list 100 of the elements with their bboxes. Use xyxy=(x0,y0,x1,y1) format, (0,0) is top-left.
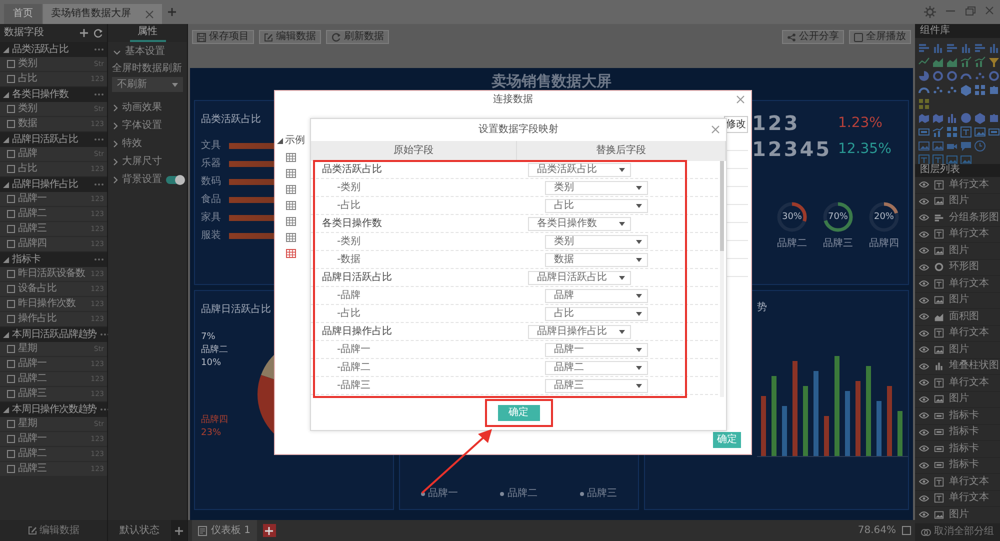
eye-icon[interactable] xyxy=(919,313,929,320)
image-icon[interactable] xyxy=(974,126,986,138)
dropdown[interactable]: 品牌 xyxy=(545,288,648,302)
more-icon[interactable] xyxy=(94,93,104,96)
layer-item[interactable]: 单行文本 xyxy=(949,229,989,240)
section-header[interactable]: 大屏尺寸 xyxy=(108,154,187,170)
more-icon[interactable] xyxy=(94,48,104,51)
restore-icon[interactable] xyxy=(965,6,976,16)
combo-chart-icon[interactable] xyxy=(974,56,986,68)
checkbox[interactable] xyxy=(7,315,15,323)
section-header[interactable]: 动画效果 xyxy=(108,100,187,116)
eye-icon[interactable] xyxy=(919,346,929,354)
layer-item[interactable]: 单行文本 xyxy=(949,493,989,504)
eye-icon[interactable] xyxy=(919,230,929,238)
eye-icon[interactable] xyxy=(919,445,929,452)
dropdown[interactable]: 品牌三 xyxy=(545,378,648,392)
checkbox[interactable] xyxy=(7,450,15,458)
checkbox[interactable] xyxy=(7,420,15,428)
grid-icon[interactable] xyxy=(974,84,986,96)
dropdown[interactable]: 占比 xyxy=(545,198,648,212)
toolbar-button[interactable]: 保存项目 xyxy=(192,30,254,44)
tab[interactable]: 卖场销售数据大屏 xyxy=(43,4,162,24)
confirm-button[interactable]: 确定 xyxy=(713,432,741,448)
pie-chart-icon[interactable] xyxy=(918,70,930,82)
bar-chart-icon[interactable] xyxy=(946,112,958,124)
text-box-icon[interactable] xyxy=(960,126,972,138)
map-icon[interactable] xyxy=(918,112,930,124)
dropdown[interactable]: 品牌一 xyxy=(545,342,648,356)
dropdown[interactable]: 数据 xyxy=(545,252,648,266)
dropdown[interactable]: 品牌日活跃占比 xyxy=(528,270,631,284)
checkbox[interactable] xyxy=(7,150,15,158)
tab[interactable]: 首页 xyxy=(4,4,42,24)
dropdown[interactable]: 不刷新 xyxy=(112,77,183,92)
bar-chart-icon[interactable] xyxy=(960,42,972,54)
indicator-card-icon[interactable] xyxy=(988,126,1000,138)
bar-chart-icon[interactable] xyxy=(946,42,958,54)
image-icon[interactable] xyxy=(960,154,972,166)
checkbox[interactable] xyxy=(7,375,15,383)
section-header[interactable]: 背景设置 xyxy=(108,172,187,188)
toolbar-button[interactable]: 编辑数据 xyxy=(259,30,321,44)
table-icon[interactable] xyxy=(286,168,296,178)
bar-chart-icon[interactable] xyxy=(932,42,944,54)
ring-chart-icon[interactable] xyxy=(946,70,958,82)
checkbox[interactable] xyxy=(7,60,15,68)
edit-data-button[interactable]: 编辑数据 xyxy=(0,520,107,541)
eye-icon[interactable] xyxy=(919,511,929,518)
layer-item[interactable]: 分组条形图 xyxy=(949,212,999,223)
table-icon[interactable] xyxy=(286,216,296,226)
more-icon[interactable] xyxy=(94,138,104,141)
toolbar-button[interactable]: 公开分享 xyxy=(782,30,844,44)
state-button[interactable]: 默认状态 xyxy=(108,520,171,541)
layer-item[interactable]: 图片 xyxy=(949,295,969,306)
settings-icon[interactable] xyxy=(924,6,936,18)
layer-item[interactable]: 指标卡 xyxy=(949,460,979,470)
dropdown[interactable]: 类别 xyxy=(545,234,648,248)
ring-chart-icon[interactable] xyxy=(988,70,1000,82)
scatter-chart-icon[interactable] xyxy=(932,84,944,96)
table-icon[interactable] xyxy=(286,232,296,242)
eye-icon[interactable] xyxy=(919,264,929,271)
checkbox[interactable] xyxy=(7,120,15,128)
layer-item[interactable]: 单行文本 xyxy=(949,328,989,338)
checkbox[interactable] xyxy=(7,75,15,83)
section-header[interactable]: 特效 xyxy=(108,136,187,152)
add-page-button[interactable] xyxy=(262,524,276,537)
table-icon[interactable] xyxy=(286,200,296,210)
grid-icon[interactable] xyxy=(946,126,958,138)
eye-icon[interactable] xyxy=(919,478,929,486)
dropdown[interactable]: 品牌二 xyxy=(545,360,648,374)
checkbox[interactable] xyxy=(7,285,15,293)
checkbox[interactable] xyxy=(7,390,15,398)
checkbox[interactable] xyxy=(7,210,15,218)
more-icon[interactable] xyxy=(94,183,104,186)
checkbox[interactable] xyxy=(7,270,15,278)
eye-icon[interactable] xyxy=(919,280,929,288)
eye-icon[interactable] xyxy=(919,181,929,188)
scrollbar[interactable] xyxy=(720,161,724,397)
toolbar-button[interactable]: 全屏播放 xyxy=(849,30,911,44)
eye-icon[interactable] xyxy=(919,494,929,502)
layer-item[interactable]: 指标卡 xyxy=(949,410,979,421)
checkbox[interactable] xyxy=(7,105,15,113)
combo-chart-icon[interactable] xyxy=(932,126,944,138)
eye-icon[interactable] xyxy=(919,198,929,205)
refresh-icon[interactable] xyxy=(93,28,103,38)
cube-icon[interactable] xyxy=(960,84,972,96)
square-icon[interactable] xyxy=(902,526,911,535)
ungroup-button[interactable]: 取消全部分组 xyxy=(915,524,1000,541)
layer-item[interactable]: 指标卡 xyxy=(949,427,979,438)
eye-icon[interactable] xyxy=(919,428,929,436)
table-icon[interactable] xyxy=(286,152,296,162)
layer-item[interactable]: 环形图 xyxy=(949,262,979,272)
eye-icon[interactable] xyxy=(919,247,929,254)
section-header[interactable]: 字体设置 xyxy=(108,118,187,134)
toggle-switch[interactable] xyxy=(166,176,184,184)
eye-icon[interactable] xyxy=(919,412,929,420)
clock-icon[interactable] xyxy=(974,140,986,152)
layer-item[interactable]: 指标卡 xyxy=(949,444,979,454)
eye-icon[interactable] xyxy=(919,330,929,337)
more-icon[interactable] xyxy=(94,258,104,261)
layer-item[interactable]: 单行文本 xyxy=(949,378,989,388)
plus-icon[interactable] xyxy=(79,28,89,38)
